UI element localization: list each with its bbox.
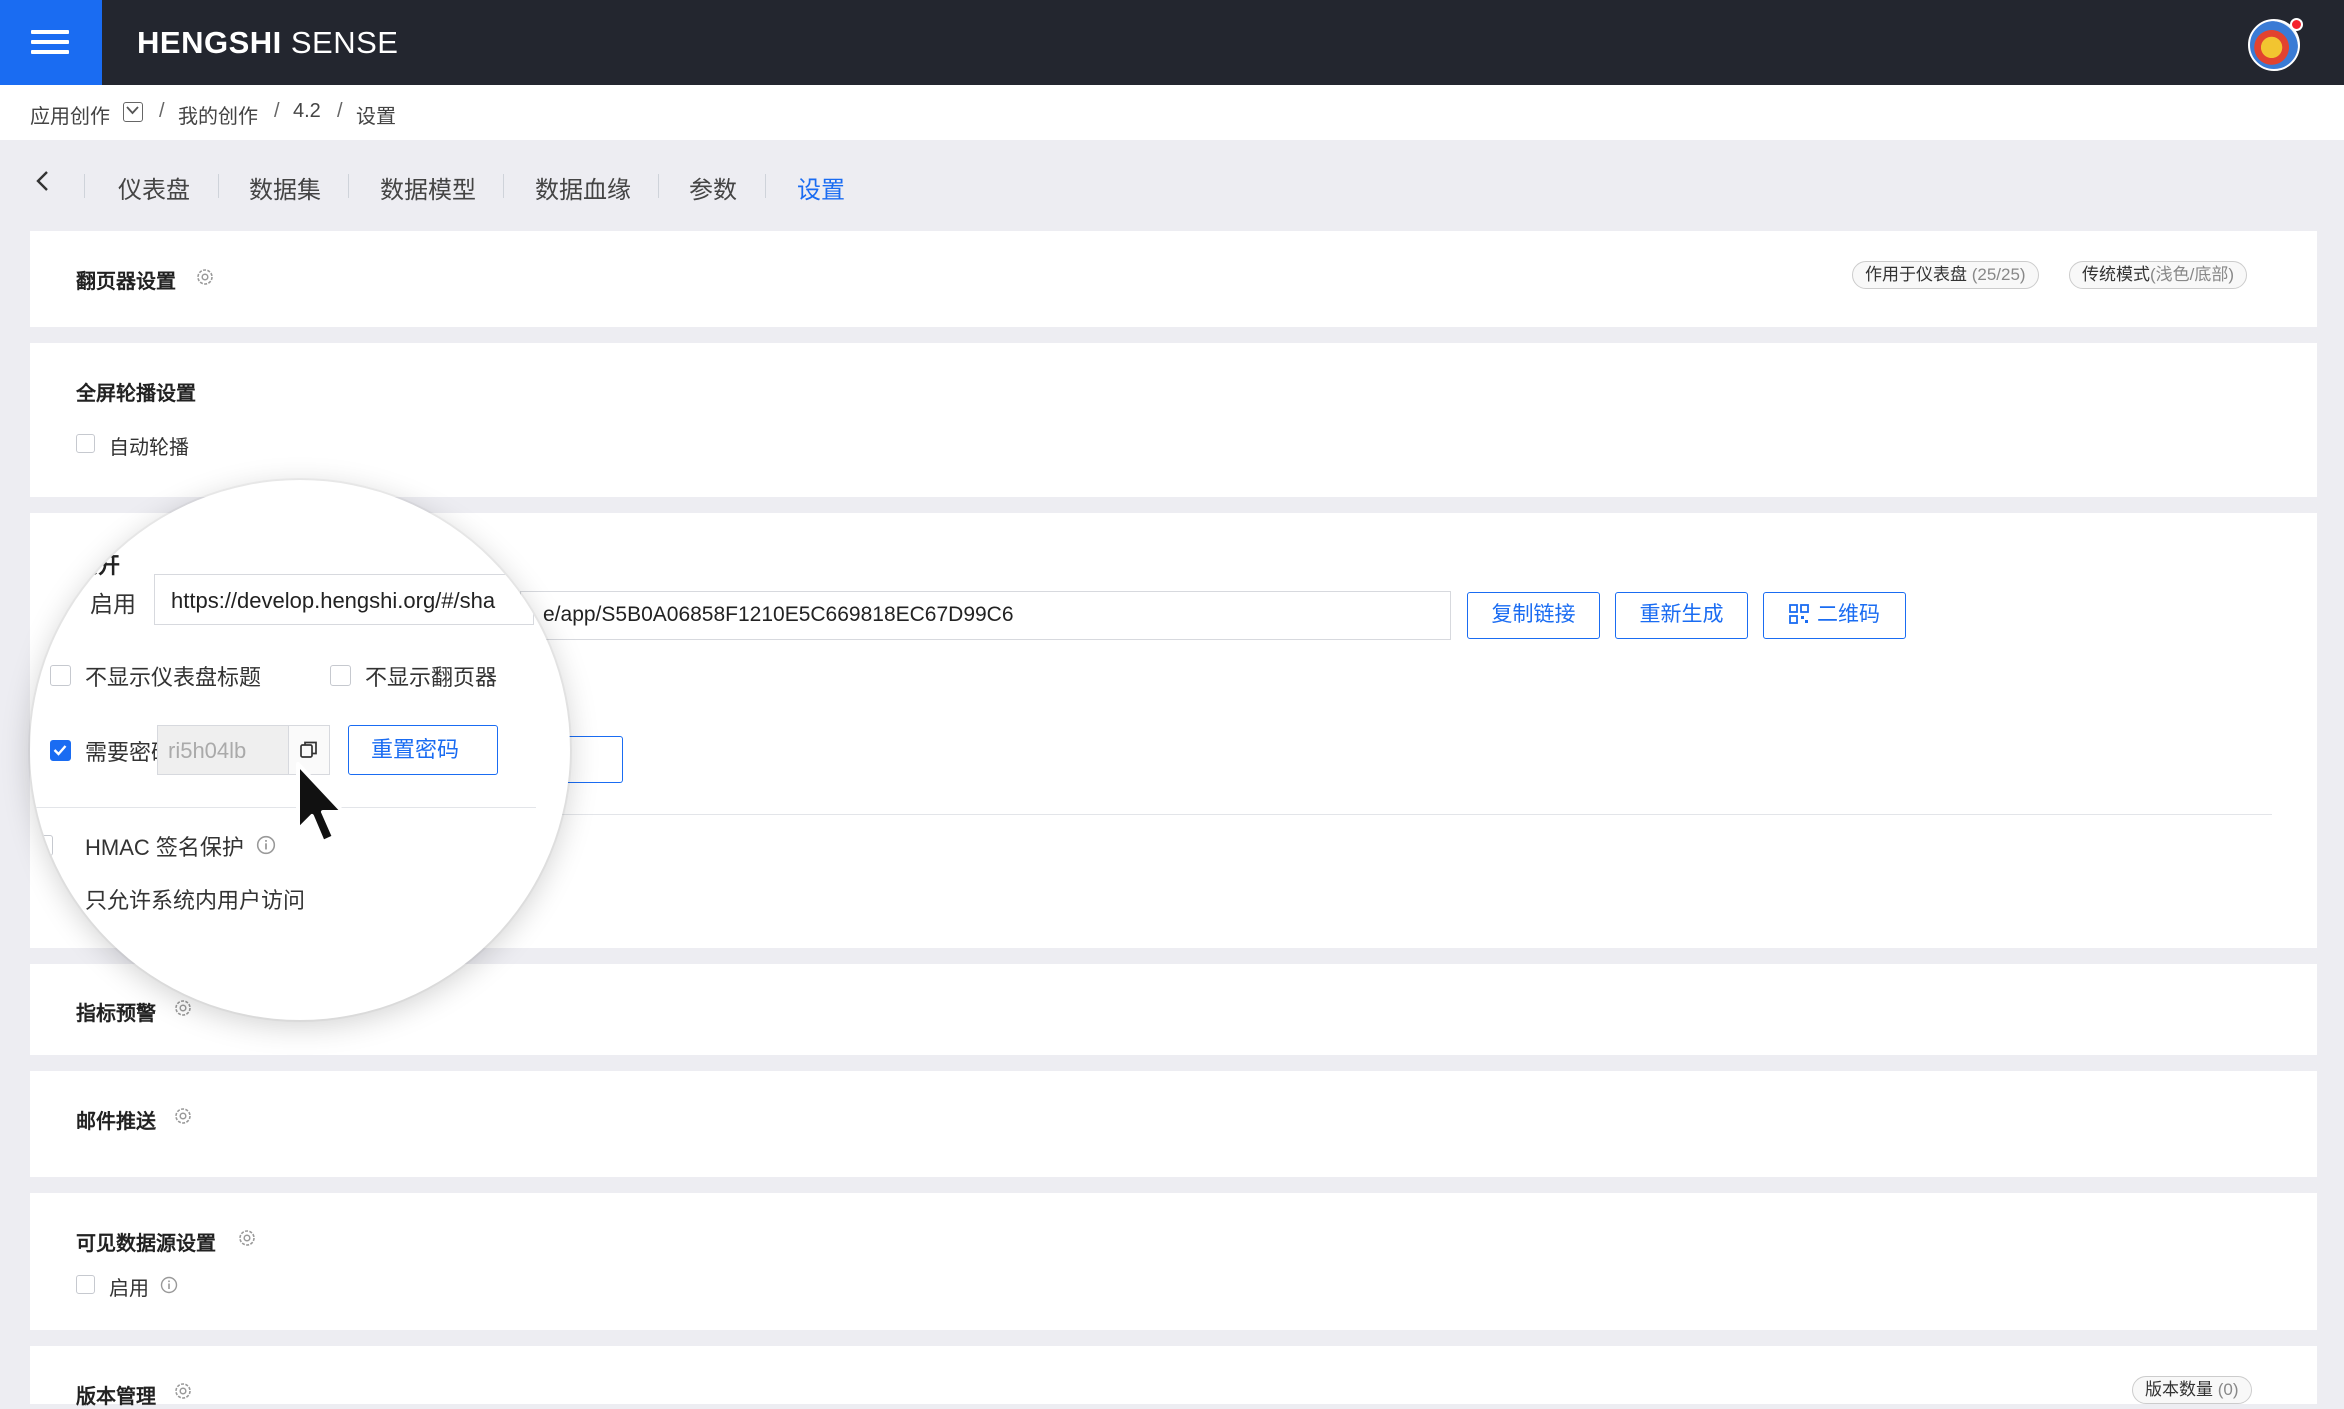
checkbox-label: 只允许系统内用户访问 xyxy=(85,888,306,913)
magnifier-lens: 公开 启用 https://develop.hengshi.org/#/sha … xyxy=(30,480,570,1020)
gear-icon[interactable] xyxy=(172,1105,194,1127)
tab-dataset[interactable]: 数据集 xyxy=(249,170,321,205)
gear-icon[interactable] xyxy=(194,266,216,288)
card-title: 翻页器设置 xyxy=(76,271,176,293)
breadcrumb-item-app-create[interactable]: 应用创作 xyxy=(30,100,110,129)
reset-password-button[interactable]: 重置密码 xyxy=(348,725,498,775)
menu-button[interactable] xyxy=(0,0,102,85)
tab-divider xyxy=(218,174,219,198)
tab-parameters[interactable]: 参数 xyxy=(689,170,737,205)
gear-icon[interactable] xyxy=(236,1227,258,1249)
tab-data-model[interactable]: 数据模型 xyxy=(380,170,476,205)
tab-divider xyxy=(765,174,766,198)
enable-label: 启用 xyxy=(90,591,136,617)
version-management-card: 版本管理 版本数量 (0) xyxy=(30,1346,2317,1408)
divider xyxy=(36,807,536,808)
hide-pager-checkbox[interactable] xyxy=(330,665,351,686)
hmac-checkbox[interactable] xyxy=(32,835,53,856)
qrcode-label: 二维码 xyxy=(1817,603,1880,626)
breadcrumb: 应用创作 / 我的创作 / 4.2 / 设置 xyxy=(0,85,2344,140)
autoplay-checkbox[interactable] xyxy=(76,434,95,453)
card-title: 可见数据源设置 xyxy=(76,1233,216,1255)
tab-divider xyxy=(658,174,659,198)
hide-title-checkbox[interactable] xyxy=(50,665,71,686)
tab-divider xyxy=(84,174,85,198)
app-tabs: 仪表盘 数据集 数据模型 数据血缘 参数 设置 xyxy=(0,140,2344,230)
breadcrumb-item-app[interactable]: 4.2 xyxy=(293,100,321,123)
pager-settings-card: 翻页器设置 作用于仪表盘 (25/25) 传统模式(浅色/底部) xyxy=(30,231,2317,327)
info-icon[interactable] xyxy=(256,835,276,855)
breadcrumb-item-my-creations[interactable]: 我的创作 xyxy=(178,100,258,129)
top-bar: HENGSHI SENSE xyxy=(0,0,2344,85)
tab-settings[interactable]: 设置 xyxy=(797,170,845,205)
checkbox-label: HMAC 签名保护 xyxy=(85,835,244,860)
qrcode-button[interactable]: 二维码 xyxy=(1763,592,1906,639)
mail-push-card: 邮件推送 xyxy=(30,1071,2317,1177)
status-badge: 版本数量 (0) xyxy=(2132,1376,2252,1404)
share-url-field-zoomed[interactable]: https://develop.hengshi.org/#/sha xyxy=(154,574,534,625)
copy-icon xyxy=(300,741,317,758)
tab-divider xyxy=(503,174,504,198)
password-required-checkbox[interactable] xyxy=(50,740,71,761)
chevron-left-icon[interactable] xyxy=(28,166,58,196)
breadcrumb-separator: / xyxy=(337,100,343,122)
fullscreen-carousel-card: 全屏轮播设置 自动轮播 xyxy=(30,343,2317,497)
card-title: 全屏轮播设置 xyxy=(76,383,196,405)
password-field[interactable]: ri5h04lb xyxy=(157,725,289,775)
notification-dot xyxy=(2290,18,2303,31)
checkbox-label: 自动轮播 xyxy=(109,437,189,459)
copy-link-button[interactable]: 复制链接 xyxy=(1467,592,1600,639)
mouse-pointer-icon xyxy=(296,762,345,844)
tab-dashboard[interactable]: 仪表盘 xyxy=(118,170,190,205)
checkbox-label: 不显示仪表盘标题 xyxy=(85,665,262,690)
datasource-enable-checkbox[interactable] xyxy=(76,1275,95,1294)
breadcrumb-separator: / xyxy=(274,100,280,122)
checkbox-label: 不显示翻页器 xyxy=(365,665,498,690)
tab-data-lineage[interactable]: 数据血缘 xyxy=(535,170,631,205)
card-title: 版本管理 xyxy=(76,1386,156,1408)
card-title: 公开 xyxy=(76,553,121,578)
chevron-down-icon[interactable] xyxy=(123,102,143,122)
internal-only-checkbox[interactable] xyxy=(44,890,65,911)
checkbox-label: 启用 xyxy=(109,1278,149,1300)
card-title: 指标预警 xyxy=(76,1003,156,1025)
gear-icon[interactable] xyxy=(172,997,194,1019)
share-url-field[interactable]: e/app/S5B0A06858F1210E5C669818EC67D99C6 xyxy=(520,591,1451,640)
status-badge: 作用于仪表盘 (25/25) xyxy=(1852,261,2039,289)
regenerate-button[interactable]: 重新生成 xyxy=(1615,592,1748,639)
brand-logo: HENGSHI SENSE xyxy=(137,25,399,60)
tab-divider xyxy=(348,174,349,198)
breadcrumb-item-settings: 设置 xyxy=(356,106,396,128)
info-icon[interactable] xyxy=(160,1276,178,1294)
qrcode-icon xyxy=(1789,604,1809,624)
gear-icon[interactable] xyxy=(172,1380,194,1402)
breadcrumb-separator: / xyxy=(159,100,165,122)
card-title: 邮件推送 xyxy=(76,1111,156,1133)
visible-datasource-card: 可见数据源设置 启用 xyxy=(30,1193,2317,1330)
status-badge: 传统模式(浅色/底部) xyxy=(2069,261,2248,289)
